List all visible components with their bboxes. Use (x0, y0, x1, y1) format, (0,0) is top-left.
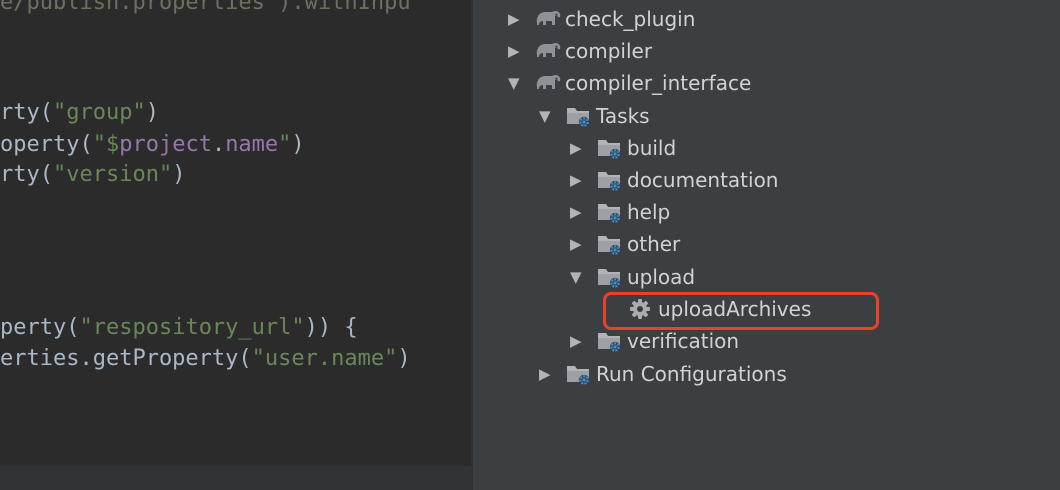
collapsed-arrow-icon[interactable]: ▶ (570, 235, 596, 253)
tree-item-label: Tasks (596, 104, 650, 128)
code-token: ) (145, 100, 159, 125)
code-line: rty("group") (0, 98, 159, 128)
gradle-elephant-icon (534, 38, 565, 64)
code-token: ) (291, 132, 305, 157)
gradle-elephant-icon (534, 70, 565, 96)
collapsed-arrow-icon[interactable]: ▶ (508, 10, 534, 28)
tree-item-label: build (627, 136, 677, 160)
code-line: rty("version") (0, 160, 185, 190)
code-line: perty("respository_url")) { (0, 313, 358, 343)
tree-item-upload-archives[interactable]: ▶uploadArchives (601, 293, 811, 325)
expanded-arrow-icon[interactable]: ▼ (539, 107, 565, 125)
code-token: " (278, 132, 292, 157)
collapsed-arrow-icon[interactable]: ▶ (570, 332, 596, 350)
gear-icon (627, 296, 658, 322)
tree-item-upload[interactable]: ▼ upload (570, 261, 695, 293)
collapsed-arrow-icon[interactable]: ▶ (508, 42, 534, 60)
code-token: perty( (0, 315, 80, 340)
tree-item-build[interactable]: ▶ build (570, 132, 676, 164)
tree-item-verification[interactable]: ▶ verification (570, 325, 739, 357)
tree-item-label: verification (627, 329, 740, 353)
collapsed-arrow-icon[interactable]: ▶ (539, 365, 565, 383)
collapsed-arrow-icon[interactable]: ▶ (570, 171, 596, 189)
code-token: "$ (92, 132, 120, 157)
tree-item-tasks[interactable]: ▼ Tasks (539, 100, 650, 132)
tree-item-label: documentation (627, 168, 779, 192)
folder-gear-icon (596, 167, 627, 193)
code-line: e/publish.properties").withInpu (0, 0, 411, 18)
tree-item-compiler[interactable]: ▶ compiler (508, 35, 652, 67)
tree-item-compiler-interface[interactable]: ▼ compiler_interface (508, 67, 751, 99)
folder-gear-icon (596, 135, 627, 161)
tree-item-run-configurations[interactable]: ▶ Run Configurations (539, 358, 787, 390)
code-line: erties.getProperty("user.name") (0, 344, 411, 374)
horizontal-scrollbar[interactable] (0, 466, 471, 490)
code-line: operty("$project.name") (0, 130, 305, 160)
code-token: e/publish.properties").withInpu (0, 0, 411, 15)
expanded-arrow-icon[interactable]: ▼ (570, 268, 596, 286)
tree-item-help[interactable]: ▶ help (570, 196, 670, 228)
collapsed-arrow-icon[interactable]: ▶ (570, 203, 596, 221)
folder-gear-icon (565, 103, 596, 129)
code-token: . (211, 132, 226, 157)
code-token: name (225, 132, 279, 157)
code-token: "version" (52, 162, 173, 187)
gradle-elephant-icon (534, 6, 565, 32)
folder-gear-icon (565, 361, 596, 387)
code-token: rty( (0, 100, 53, 125)
code-token: ) (397, 346, 411, 371)
tree-item-label: upload (627, 265, 696, 289)
gradle-tasks-tree[interactable]: ▶ check_plugin ▶ compiler ▼ compiler_interf… (473, 0, 1060, 490)
folder-gear-icon (596, 264, 627, 290)
tree-item-label: other (627, 232, 681, 256)
folder-gear-icon (596, 328, 627, 354)
code-token: ) (172, 162, 186, 187)
folder-gear-icon (596, 199, 627, 225)
code-token: "group" (52, 100, 146, 125)
code-token: )) { (304, 315, 358, 340)
folder-gear-icon (596, 231, 627, 257)
tree-item-label: check_plugin (565, 7, 696, 31)
tree-item-label: compiler (565, 39, 653, 63)
tree-item-check-plugin[interactable]: ▶ check_plugin (508, 3, 695, 35)
tree-item-label: compiler_interface (565, 71, 752, 95)
tree-item-label: help (627, 200, 671, 224)
code-token: erties.getProperty( (0, 346, 252, 371)
code-token: operty( (0, 132, 93, 157)
tree-item-documentation[interactable]: ▶ documentation (570, 164, 778, 196)
tree-item-label: Run Configurations (596, 362, 787, 386)
code-token: "respository_url" (79, 315, 305, 340)
tree-item-label: uploadArchives (658, 297, 812, 321)
code-editor[interactable]: e/publish.properties").withInpu rty("gro… (0, 0, 471, 490)
code-token: rty( (0, 162, 53, 187)
code-token: "user.name" (251, 346, 398, 371)
code-token: project (119, 132, 212, 157)
collapsed-arrow-icon[interactable]: ▶ (570, 139, 596, 157)
expanded-arrow-icon[interactable]: ▼ (508, 74, 534, 92)
tree-item-other[interactable]: ▶ other (570, 228, 680, 260)
